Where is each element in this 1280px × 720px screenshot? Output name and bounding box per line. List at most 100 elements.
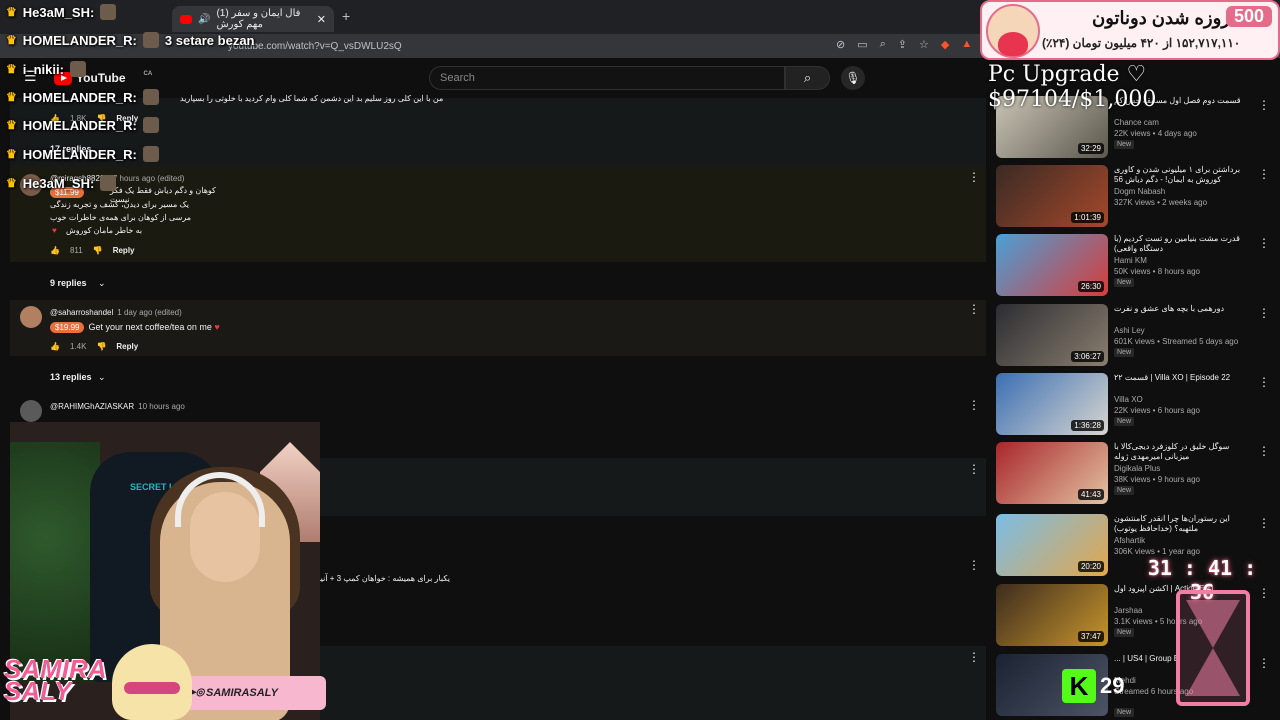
reply-button[interactable]: Reply [116, 342, 138, 351]
crown-icon: ♛ [6, 147, 17, 161]
video-card[interactable]: 1:36:28 Villa XO | Episode 22 | قسمت ۲۲ … [996, 373, 1270, 437]
video-thumbnail[interactable]: 1:36:28 [996, 373, 1108, 435]
like-icon[interactable]: 👍 [50, 246, 60, 255]
more-options-icon[interactable]: ⋮ [968, 398, 980, 412]
more-options-icon[interactable]: ⋮ [1258, 516, 1270, 530]
crown-icon: ♛ [6, 118, 17, 132]
search-button[interactable]: ⌕ [785, 66, 830, 90]
avatar[interactable] [20, 400, 42, 422]
video-thumbnail[interactable]: 41:43 [996, 442, 1108, 504]
crown-icon: ♛ [6, 5, 17, 19]
cast-icon[interactable]: ▭ [857, 38, 867, 51]
chat-user: He3aM_SH: [22, 4, 95, 20]
social-handle-badge: ▶◎ SAMIRASALY [180, 676, 326, 710]
video-thumbnail[interactable]: 1:01:39 [996, 165, 1108, 227]
chat-user: HOMELANDER_R: [22, 89, 137, 105]
chat-message: ♛ i_nikii: [6, 61, 86, 77]
replies-toggle[interactable]: 13 replies [50, 372, 92, 382]
comment-text-line: به خاطر مامان کوروش [66, 226, 143, 235]
video-meta: 22K views • 4 days ago [1114, 129, 1197, 138]
comment-author[interactable]: @RAHIMGhAZIASKAR [50, 402, 134, 411]
chat-message: ♛ HOMELANDER_R: [6, 117, 159, 133]
more-options-icon[interactable]: ⋮ [968, 558, 980, 572]
chat-text: 3 setare bezan [164, 32, 255, 48]
video-title[interactable]: سوگل خلیق در کلوزفرد دیجی‌کالا با میزبان… [1114, 442, 1246, 462]
video-channel[interactable]: Ashi Ley [1114, 326, 1145, 335]
voice-search-button[interactable]: 🎙 [841, 66, 865, 90]
comment-author[interactable]: @saharroshandel [50, 308, 113, 317]
reply-button[interactable]: Reply [113, 246, 135, 255]
chat-user: HOMELANDER_R: [22, 146, 137, 162]
comment-time[interactable]: 1 day ago (edited) [117, 308, 182, 317]
video-meta: 50K views • 8 hours ago [1114, 267, 1200, 276]
video-thumbnail[interactable]: 20:20 [996, 514, 1108, 576]
replies-toggle[interactable]: 9 replies [50, 278, 87, 288]
bookmark-icon[interactable]: ☆ [919, 38, 929, 51]
search-input[interactable]: Search [429, 66, 785, 90]
video-thumbnail[interactable]: 3:06:27 [996, 304, 1108, 366]
more-options-icon[interactable]: ⋮ [968, 302, 980, 316]
video-channel[interactable]: Hami KM [1114, 256, 1147, 265]
video-duration: 20:20 [1077, 561, 1104, 572]
chat-message: ♛ He3aM_SH: [6, 4, 117, 20]
heart-icon: ♥ [214, 322, 220, 332]
more-options-icon[interactable]: ⋮ [1258, 167, 1270, 181]
chat-user: HOMELANDER_R: [22, 117, 137, 133]
new-tab-button[interactable]: + [342, 8, 350, 24]
comment: @saharroshandel 1 day ago (edited) $19.99… [10, 300, 986, 356]
zoom-icon[interactable]: ⌕ [880, 38, 886, 51]
video-card[interactable]: 26:30 قدرت مشت بنیامین رو تست کردیم (با … [996, 234, 1270, 298]
video-title[interactable]: این رستوران‌ها چرا انقدر کامنتشون ملتهبه… [1114, 514, 1246, 534]
video-card[interactable]: 3:06:27 دورهمی با بچه های عشق و نفرت Ash… [996, 304, 1270, 368]
video-card[interactable]: 41:43 سوگل خلیق در کلوزفرد دیجی‌کالا با … [996, 442, 1270, 506]
new-badge: New [1114, 708, 1135, 717]
share-icon[interactable]: ⇪ [898, 38, 907, 51]
more-options-icon[interactable]: ⋮ [1258, 375, 1270, 389]
video-channel[interactable]: Chance cam [1114, 118, 1159, 127]
chevron-down-icon[interactable]: ⌄ [98, 372, 106, 383]
video-title[interactable]: قدرت مشت بنیامین رو تست کردیم (با دستگاه… [1114, 234, 1246, 254]
brave-rewards-icon[interactable]: ▲ [961, 38, 972, 51]
more-options-icon[interactable]: ⋮ [1258, 306, 1270, 320]
more-options-icon[interactable]: ⋮ [1258, 444, 1270, 458]
video-channel[interactable]: Dogm Nabash [1114, 187, 1165, 196]
like-icon[interactable]: 👍 [50, 342, 60, 351]
comment-time[interactable]: 10 hours ago [138, 402, 185, 411]
donation-title: روزه شدن دوناتون [1092, 8, 1230, 28]
video-meta: 306K views • 1 year ago [1114, 547, 1200, 556]
video-channel[interactable]: Villa XO [1114, 395, 1143, 404]
video-card[interactable]: 1:01:39 برداشتن برای ۱ میلیونی شدن و کاو… [996, 165, 1270, 229]
comment-actions: 👍 811 👎 Reply [50, 246, 135, 255]
video-duration: 3:06:27 [1071, 351, 1104, 362]
video-title[interactable]: Villa XO | Episode 22 | قسمت ۲۲ [1114, 373, 1246, 393]
dislike-icon[interactable]: 👎 [96, 342, 106, 351]
emote-icon [142, 32, 159, 48]
no-camera-icon[interactable]: ⊘ [836, 38, 845, 51]
video-channel[interactable]: Digikala Plus [1114, 464, 1160, 473]
like-count: 1.4K [69, 342, 87, 351]
kick-viewer-count: K 29 [1062, 666, 1132, 706]
new-badge: New [1114, 486, 1135, 495]
chevron-down-icon[interactable]: ⌄ [98, 278, 106, 289]
video-thumbnail[interactable]: 26:30 [996, 234, 1108, 296]
video-duration: 32:29 [1077, 143, 1104, 154]
dislike-icon[interactable]: 👎 [93, 246, 103, 255]
video-title[interactable]: دورهمی با بچه های عشق و نفرت [1114, 304, 1246, 324]
comment-actions: 👍 1.4K 👎 Reply [50, 342, 138, 351]
more-options-icon[interactable]: ⋮ [1258, 236, 1270, 250]
stream-chat-overlay: ♛ He3aM_SH: ♛ HOMELANDER_R: 3 setare bezan … [0, 0, 320, 200]
video-thumbnail[interactable]: 37:47 [996, 584, 1108, 646]
more-options-icon[interactable]: ⋮ [968, 650, 980, 664]
avatar[interactable] [20, 306, 42, 328]
video-channel[interactable]: Afshartik [1114, 536, 1145, 545]
comment-text-line: یک مسیر برای دیدن، کشف و تجربه زندگی [50, 200, 189, 209]
viewer-count: 29 [1100, 673, 1125, 698]
more-options-icon[interactable]: ⋮ [968, 462, 980, 476]
crown-icon: ♛ [6, 33, 17, 47]
address-bar-icons: ⊘ ▭ ⌕ ⇪ ☆ ◆ ▲ [836, 38, 972, 51]
new-badge: New [1114, 278, 1135, 287]
more-options-icon[interactable]: ⋮ [968, 170, 980, 184]
comment-header: @RAHIMGhAZIASKAR 10 hours ago [50, 402, 185, 411]
video-title[interactable]: برداشتن برای ۱ میلیونی شدن و کاوری کوروش… [1114, 165, 1246, 185]
brave-shield-icon[interactable]: ◆ [941, 38, 949, 51]
